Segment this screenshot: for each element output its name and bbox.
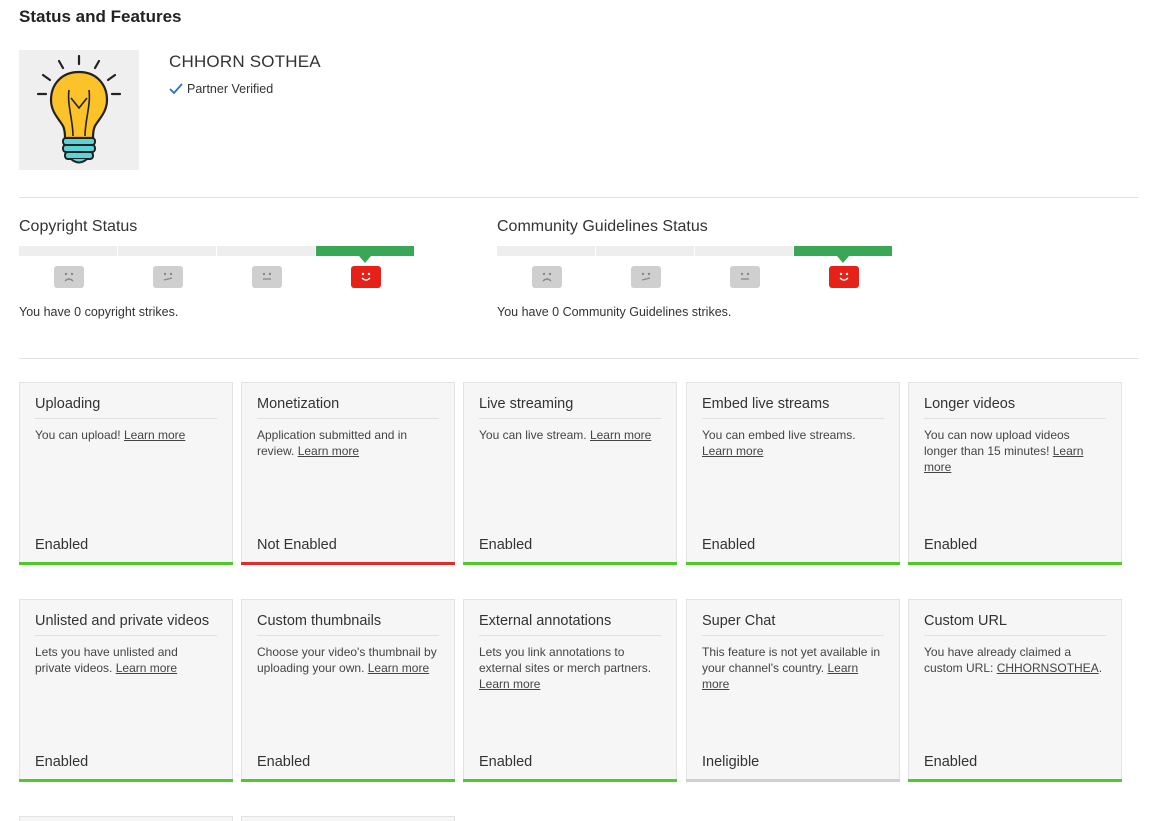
status-bar — [19, 562, 233, 565]
neutral-face-icon — [251, 266, 282, 288]
feature-card-embed-live-streams: Embed live streams You can embed live st… — [686, 382, 900, 565]
unsure-face-icon — [152, 266, 183, 288]
happy-face-icon — [828, 266, 859, 288]
card-description: Application submitted and in review. Lea… — [257, 428, 408, 458]
card-title: Monetization — [257, 396, 439, 419]
feature-card-live-streaming: Live streaming You can live stream. Lear… — [463, 382, 677, 565]
status-bar — [908, 562, 1122, 565]
divider — [19, 197, 1139, 198]
strike-segment — [217, 246, 315, 256]
channel-avatar — [19, 50, 139, 170]
card-description: You can now upload videos longer than 15… — [924, 428, 1084, 474]
feature-card-monetization: Monetization Application submitted and i… — [241, 382, 455, 565]
learn-more-link[interactable]: Learn more — [590, 428, 651, 442]
card-title: Live streaming — [479, 396, 661, 419]
community-strike-bar — [497, 246, 897, 263]
card-description: You can upload! Learn more — [35, 428, 186, 442]
card-description: You can live stream. Learn more — [479, 428, 652, 442]
community-guidelines-status: Community Guidelines Status You have 0 C… — [497, 218, 897, 319]
strike-segment — [695, 246, 793, 256]
strike-segment-active — [316, 246, 414, 263]
card-title: Longer videos — [924, 396, 1106, 419]
strike-segment — [118, 246, 216, 256]
copyright-strike-text: You have 0 copyright strikes. — [19, 305, 179, 319]
neutral-face-icon — [729, 266, 760, 288]
strike-segment — [497, 246, 595, 256]
card-status: Enabled — [924, 754, 978, 770]
sad-face-icon — [531, 266, 562, 288]
partner-verified-label: Partner Verified — [187, 82, 274, 96]
feature-card-partial — [241, 816, 455, 821]
card-status: Enabled — [479, 754, 533, 770]
status-bar — [241, 562, 455, 565]
card-description: Choose your video's thumbnail by uploadi… — [257, 645, 437, 675]
card-description: Lets you have unlisted and private video… — [35, 645, 178, 675]
card-status: Enabled — [35, 537, 89, 553]
copyright-status: Copyright Status You have 0 copyright st… — [19, 218, 419, 319]
learn-more-link[interactable]: Learn more — [298, 444, 359, 458]
unsure-face-icon — [630, 266, 661, 288]
card-status: Enabled — [702, 537, 756, 553]
learn-more-link[interactable]: Learn more — [116, 661, 177, 675]
learn-more-link[interactable]: Learn more — [479, 677, 540, 691]
card-description: This feature is not yet available in you… — [702, 645, 881, 691]
feature-card-uploading: Uploading You can upload! Learn more Ena… — [19, 382, 233, 565]
status-bar — [19, 779, 233, 782]
status-bar — [686, 779, 900, 782]
copyright-status-title: Copyright Status — [19, 218, 138, 235]
card-title: Embed live streams — [702, 396, 884, 419]
card-description: Lets you link annotations to external si… — [479, 645, 652, 691]
community-strike-text: You have 0 Community Guidelines strikes. — [497, 305, 732, 319]
strike-segment — [596, 246, 694, 256]
status-bar — [463, 562, 677, 565]
copyright-strike-bar — [19, 246, 419, 263]
card-title: Uploading — [35, 396, 217, 419]
feature-card-custom-url: Custom URL You have already claimed a cu… — [908, 599, 1122, 782]
card-title: Unlisted and private videos — [35, 613, 217, 636]
happy-face-icon — [350, 266, 381, 288]
card-status: Not Enabled — [257, 537, 337, 553]
page-title: Status and Features — [19, 7, 182, 26]
card-status: Ineligible — [702, 754, 760, 770]
sad-face-icon — [53, 266, 84, 288]
card-status: Enabled — [257, 754, 311, 770]
card-title: Super Chat — [702, 613, 884, 636]
card-status: Enabled — [35, 754, 89, 770]
feature-card-external-annotations: External annotations Lets you link annot… — [463, 599, 677, 782]
card-title: Custom thumbnails — [257, 613, 439, 636]
learn-more-link[interactable]: Learn more — [702, 444, 763, 458]
custom-url-link[interactable]: CHHORNSOTHEA — [997, 661, 1099, 675]
card-title: External annotations — [479, 613, 661, 636]
card-description: You have already claimed a custom URL: C… — [924, 645, 1103, 675]
feature-card-longer-videos: Longer videos You can now upload videos … — [908, 382, 1122, 565]
status-bar — [908, 779, 1122, 782]
card-title: Custom URL — [924, 613, 1106, 636]
status-bar — [686, 562, 900, 565]
divider — [19, 358, 1139, 359]
lightbulb-icon — [36, 54, 122, 164]
status-bar — [241, 779, 455, 782]
feature-card-super-chat: Super Chat This feature is not yet avail… — [686, 599, 900, 782]
channel-name: CHHORN SOTHEA — [169, 52, 321, 71]
card-status: Enabled — [479, 537, 533, 553]
checkmark-icon — [169, 83, 183, 95]
learn-more-link[interactable]: Learn more — [124, 428, 185, 442]
feature-card-partial — [19, 816, 233, 821]
card-status: Enabled — [924, 537, 978, 553]
strike-segment-active — [794, 246, 892, 263]
card-description: You can embed live streams. Learn more — [702, 428, 856, 458]
learn-more-link[interactable]: Learn more — [368, 661, 429, 675]
status-bar — [463, 779, 677, 782]
partner-verified-badge: Partner Verified — [169, 82, 273, 96]
feature-card-unlisted-private-videos: Unlisted and private videos Lets you hav… — [19, 599, 233, 782]
strike-segment — [19, 246, 117, 256]
feature-card-custom-thumbnails: Custom thumbnails Choose your video's th… — [241, 599, 455, 782]
community-status-title: Community Guidelines Status — [497, 218, 708, 235]
